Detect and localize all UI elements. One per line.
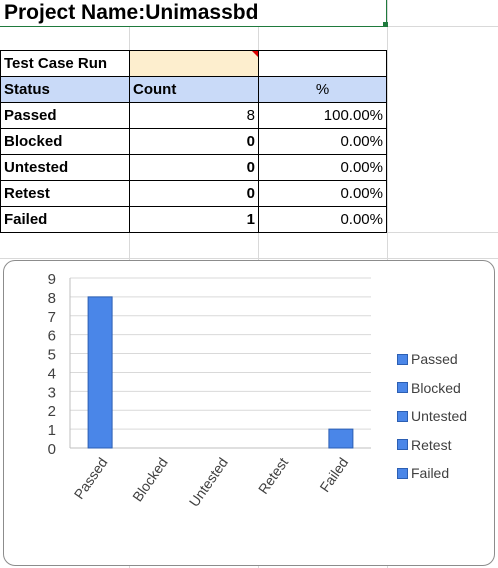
legend-label: Untested	[411, 408, 468, 425]
bar-passed	[87, 296, 113, 449]
y-tick-label: 9	[48, 271, 56, 288]
project-title-cell[interactable]: Project Name:Unimassbd	[0, 0, 388, 27]
y-tick-label: 5	[48, 347, 56, 364]
header-count[interactable]: Count	[129, 76, 259, 103]
status-cell[interactable]: Failed	[0, 206, 130, 233]
status-cell[interactable]: Passed	[0, 102, 130, 129]
y-tick-label: 8	[48, 290, 56, 307]
project-title: Project Name:Unimassbd	[4, 1, 259, 24]
x-tick-label: Untested	[186, 455, 231, 510]
bar-failed	[328, 428, 354, 449]
y-tick-label: 0	[48, 441, 56, 458]
percent-cell[interactable]: 0.00%	[258, 154, 387, 181]
status-cell[interactable]: Untested	[0, 154, 130, 181]
legend-label: Retest	[411, 436, 452, 453]
header-percent[interactable]: %	[258, 76, 387, 103]
legend-item[interactable]: Passed	[397, 345, 467, 374]
x-tick-label: Retest	[255, 454, 291, 496]
x-tick-label: Blocked	[129, 455, 171, 505]
count-cell[interactable]: 0	[129, 154, 259, 181]
table-row: Untested 0 0.00%	[0, 154, 387, 181]
status-cell[interactable]: Blocked	[0, 128, 130, 155]
header-status[interactable]: Status	[0, 76, 130, 103]
percent-cell[interactable]: 0.00%	[258, 206, 387, 233]
x-tick-label: Passed	[71, 455, 111, 502]
y-tick-label: 1	[48, 422, 56, 439]
legend-item[interactable]: Retest	[397, 431, 467, 460]
test-case-run-label[interactable]: Test Case Run	[0, 50, 130, 77]
count-cell[interactable]: 8	[129, 102, 259, 129]
y-tick-label: 2	[48, 403, 56, 420]
legend-label: Blocked	[411, 379, 461, 396]
status-summary-table: Test Case Run Status Count % Passed 8 10…	[0, 50, 387, 233]
y-tick-label: 7	[48, 309, 56, 326]
y-tick-label: 3	[48, 384, 56, 401]
legend-swatch	[397, 439, 408, 451]
x-tick-label: Failed	[316, 455, 351, 495]
table-cell[interactable]	[258, 50, 387, 77]
count-cell[interactable]: 1	[129, 206, 259, 233]
legend-item[interactable]: Blocked	[397, 374, 467, 403]
legend-item[interactable]: Failed	[397, 459, 467, 488]
table-row: Failed 1 0.00%	[0, 206, 387, 233]
percent-cell[interactable]: 0.00%	[258, 180, 387, 207]
legend-label: Passed	[411, 351, 458, 368]
legend-swatch	[397, 382, 408, 394]
legend-swatch	[397, 467, 408, 479]
legend-swatch	[397, 410, 408, 422]
test-case-run-input[interactable]	[129, 50, 259, 77]
count-cell[interactable]: 0	[129, 180, 259, 207]
percent-cell[interactable]: 0.00%	[258, 128, 387, 155]
legend-label: Failed	[411, 465, 450, 482]
cell-fill-handle[interactable]	[383, 22, 388, 27]
table-row: Passed 8 100.00%	[0, 102, 387, 129]
status-cell[interactable]: Retest	[0, 180, 130, 207]
count-cell[interactable]: 0	[129, 128, 259, 155]
status-bar-chart[interactable]: 0 1 2 3 4 5 6 7 8 9 Passed Blocked Untested Retest Fai…	[3, 260, 495, 566]
table-row: Test Case Run	[0, 50, 387, 77]
table-header-row: Status Count %	[0, 76, 387, 103]
y-tick-label: 4	[48, 365, 56, 382]
legend-swatch	[397, 353, 408, 365]
comment-indicator-icon	[252, 51, 258, 57]
y-tick-label: 6	[48, 328, 56, 345]
chart-legend[interactable]: Passed Blocked Untested Retest Failed	[397, 345, 467, 488]
percent-cell[interactable]: 100.00%	[258, 102, 387, 129]
legend-item[interactable]: Untested	[397, 402, 467, 431]
table-row: Blocked 0 0.00%	[0, 128, 387, 155]
table-row: Retest 0 0.00%	[0, 180, 387, 207]
